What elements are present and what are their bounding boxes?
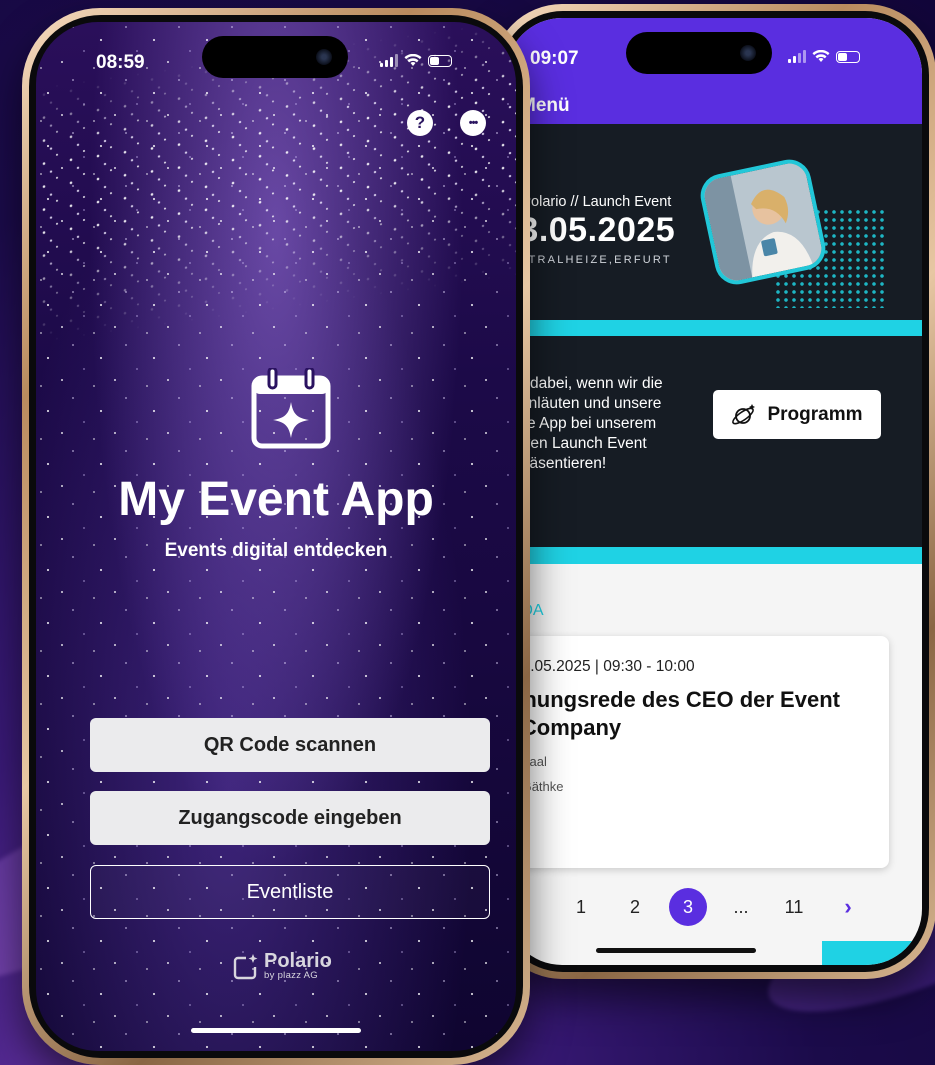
page-link[interactable]: 1	[562, 888, 600, 926]
camera-icon	[316, 49, 332, 65]
dynamic-island	[202, 36, 348, 78]
app-title: My Event App	[118, 473, 434, 526]
person-photo-icon	[701, 160, 825, 284]
event-screen: Menü 09:07 My Polario // Launch Event 23…	[506, 18, 922, 965]
scan-qr-button[interactable]: QR Code scannen	[90, 718, 490, 772]
home-indicator[interactable]	[191, 1028, 361, 1033]
battery-icon	[428, 54, 452, 67]
camera-icon	[740, 45, 756, 61]
session-datetime-text: 23.05.2025 | 09:30 - 10:00	[513, 658, 695, 675]
event-banner: My Polario // Launch Event 23.05.2025 ZE…	[506, 124, 922, 320]
dynamic-island	[626, 32, 772, 74]
status-icons	[788, 50, 860, 63]
wifi-icon	[404, 54, 422, 66]
polario-logo-icon	[233, 953, 258, 979]
wifi-icon	[812, 50, 830, 62]
banner-location: ZENTRALHEIZE,ERFURT	[506, 254, 672, 266]
signal-icon	[788, 50, 806, 63]
status-icons	[380, 54, 452, 67]
cyan-corner-bar	[822, 941, 922, 965]
battery-icon	[836, 50, 860, 63]
app-subtitle: Events digital entdecken	[164, 540, 388, 561]
polario-logo: Polario by plazz AG	[232, 950, 332, 981]
planet-icon	[732, 403, 756, 424]
left-phone: 08:59 ? ••• My Event App Events digital …	[22, 8, 530, 1065]
banner-photo	[696, 155, 830, 289]
help-button[interactable]: ?	[407, 110, 433, 136]
signal-icon	[380, 54, 398, 67]
page-ellipsis: ...	[733, 896, 749, 917]
status-time: 08:59	[96, 52, 145, 73]
home-indicator[interactable]	[596, 948, 756, 953]
page-link[interactable]: 2	[616, 888, 654, 926]
welcome-text: Seien Sie dabei, wenn wir die Zukunft ei…	[506, 375, 663, 472]
session-title: Eröffnungsrede des CEO der Event App Com…	[506, 687, 840, 740]
logo-name: Polario	[264, 950, 332, 972]
program-button-label: Programm	[767, 403, 863, 425]
event-list-button[interactable]: Eventliste	[90, 865, 490, 919]
start-screen: 08:59 ? ••• My Event App Events digital …	[36, 22, 516, 1051]
page-link[interactable]: 11	[775, 888, 813, 926]
pagination: ‹ 1 2 3 ... 11 ›	[506, 888, 922, 928]
cyan-divider	[506, 547, 922, 564]
page-link-current[interactable]: 3	[669, 888, 707, 926]
program-button[interactable]: Programm	[713, 390, 881, 439]
status-time: 09:07	[530, 48, 579, 69]
agenda-card[interactable]: 23.05.2025 | 09:30 - 10:00 Eröffnungsred…	[506, 636, 889, 868]
banner-date: 23.05.2025	[506, 211, 676, 249]
banner-event-name: My Polario // Launch Event	[506, 194, 672, 210]
more-options-button[interactable]: •••	[460, 110, 486, 136]
calendar-star-icon	[251, 368, 331, 449]
cyan-divider	[506, 320, 922, 336]
right-phone: Menü 09:07 My Polario // Launch Event 23…	[492, 4, 935, 979]
enter-access-code-button[interactable]: Zugangscode eingeben	[90, 791, 490, 845]
next-page-arrow[interactable]: ›	[829, 888, 867, 926]
session-datetime: 23.05.2025 | 09:30 - 10:00	[506, 658, 695, 676]
